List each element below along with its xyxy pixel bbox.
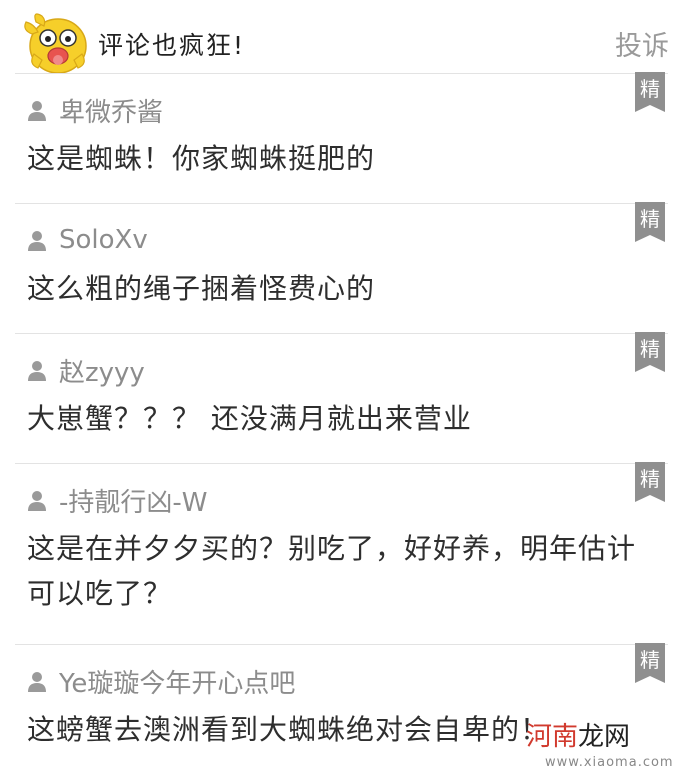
comment-username[interactable]: Ye璇璇今年开心点吧 (59, 663, 295, 700)
badge-label: 精 (640, 467, 660, 491)
watermark-brand-dark: 龙网 (578, 722, 631, 752)
badge-label: 精 (640, 337, 660, 361)
badge-label: 精 (640, 648, 660, 672)
comment-username[interactable]: 卑微乔酱 (59, 92, 163, 129)
comment-text: 这么粗的绳子捆着怪费心的 (27, 272, 376, 305)
comment-user-row[interactable]: Ye璇璇今年开心点吧 (27, 663, 295, 700)
header-title: 评论也疯狂! (98, 31, 246, 60)
featured-badge-icon: 精 (635, 462, 665, 502)
comment-text: 这是在并夕夕买的？别吃了，好好养，明年估计可以吃了？ (27, 532, 637, 610)
comment-user-row[interactable]: SoloXv (27, 224, 148, 256)
comment-username[interactable]: 赵zyyy (59, 352, 145, 389)
featured-badge-icon: 精 (635, 202, 665, 242)
comment-username[interactable]: SoloXv (59, 225, 148, 255)
featured-badge-icon: 精 (635, 643, 665, 683)
watermark-logo: 河南龙网 (526, 716, 630, 753)
featured-badge-icon: 精 (635, 72, 665, 112)
user-icon (28, 361, 46, 381)
comment-username[interactable]: -持靓行凶-W (59, 482, 207, 519)
comments-header: 评论也疯狂! 投诉 (0, 0, 683, 74)
comment-text: 这是蜘蛛！你家蜘蛛挺肥的 (27, 142, 376, 175)
comment-item: 精 -持靓行凶-W 这是在并夕夕买的？别吃了，好好养，明年估计可以吃了？ (15, 462, 668, 645)
watermark-url: www.xiaoma.com (545, 755, 674, 770)
watermark-brand-red: 河南 (526, 722, 579, 752)
badge-label: 精 (640, 77, 660, 101)
report-button[interactable]: 投诉 (615, 24, 669, 63)
comment-user-row[interactable]: 赵zyyy (27, 352, 145, 389)
comment-item: 精 赵zyyy 大崽蟹？？？ 还没满月就出来营业 (15, 332, 668, 464)
comment-text: 大崽蟹？？？ 还没满月就出来营业 (27, 402, 472, 435)
user-icon (28, 491, 46, 511)
comment-user-row[interactable]: -持靓行凶-W (27, 482, 207, 519)
user-icon (28, 672, 46, 692)
badge-label: 精 (640, 207, 660, 231)
comment-user-row[interactable]: 卑微乔酱 (27, 92, 163, 129)
mascot-icon (24, 13, 87, 74)
featured-badge-icon: 精 (635, 332, 665, 372)
comment-item: 精 SoloXv 这么粗的绳子捆着怪费心的 (15, 202, 668, 334)
user-icon (28, 231, 46, 251)
comment-item: 精 Ye璇璇今年开心点吧 这螃蟹去澳洲看到大蜘蛛绝对会自卑的！ (15, 643, 668, 773)
user-icon (28, 101, 46, 121)
comment-item: 精 卑微乔酱 这是蜘蛛！你家蜘蛛挺肥的 (15, 72, 668, 204)
